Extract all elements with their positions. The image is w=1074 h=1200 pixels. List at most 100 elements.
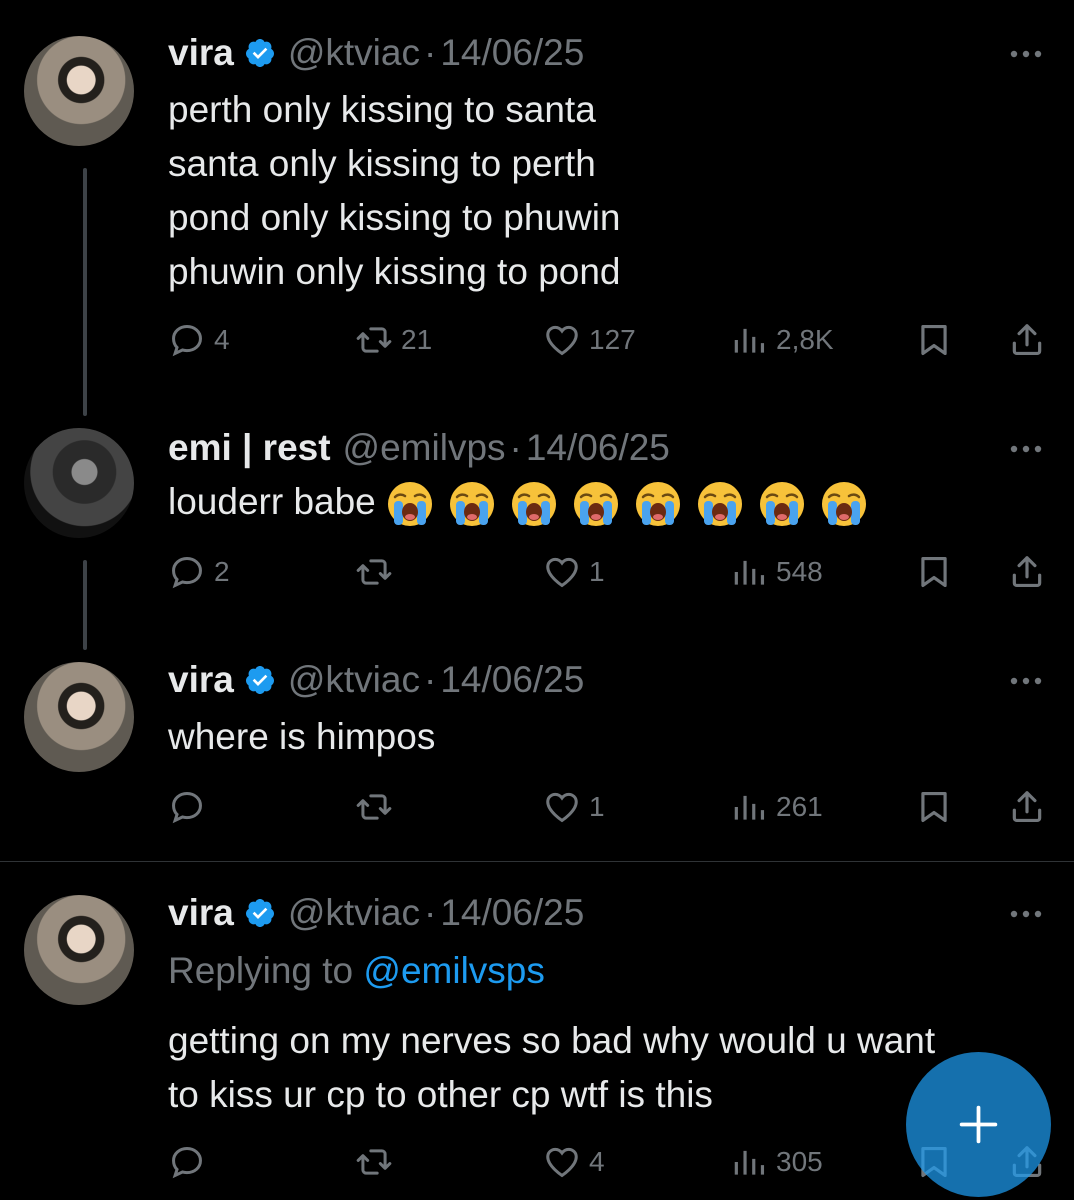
tweet-text: perth only kissing to santa santa only k… [168,83,621,299]
views-button[interactable]: 548 [730,553,823,591]
views-count: 261 [776,791,823,822]
repost-button[interactable] [355,553,393,591]
tweet-text: where is himpos [168,710,435,764]
reply-button[interactable] [168,1143,206,1181]
display-name[interactable]: vira [168,659,234,701]
share-button[interactable] [1008,788,1046,826]
share-button[interactable] [1008,553,1046,591]
bookmark-button[interactable] [915,553,953,591]
views-button[interactable]: 2,8K [730,321,834,359]
loudly-crying-face-icon [821,482,866,527]
timestamp[interactable]: 14/06/25 [440,892,584,934]
views-icon [734,560,765,585]
timestamp[interactable]: 14/06/25 [440,32,584,74]
reply-button[interactable] [168,788,206,826]
handle[interactable]: @emilvps [343,427,506,469]
views-count: 2,8K [776,324,834,355]
loudly-crying-face-icon [387,482,432,527]
replying-to: Replying to @emilvsps [168,950,545,992]
reply-button[interactable]: 4 [168,321,230,359]
more-options-icon[interactable] [1006,44,1046,64]
tweet-header: vira @ktviac · 14/06/25 [168,28,584,78]
like-button[interactable]: 127 [543,321,636,359]
repost-icon [356,1149,392,1175]
timestamp[interactable]: 14/06/25 [440,659,584,701]
more-options-icon[interactable] [1006,671,1046,691]
views-icon [734,795,765,820]
display-name[interactable]: emi | rest [168,427,331,469]
verified-badge-icon [245,39,274,67]
reply-icon [172,325,202,357]
views-button[interactable]: 305 [730,1143,823,1181]
loudly-crying-face-icon [759,482,804,527]
avatar[interactable] [24,428,134,538]
heart-icon [546,792,578,823]
more-options-icon[interactable] [1006,904,1046,924]
reply-count: 4 [214,324,230,355]
bookmark-button[interactable] [915,788,953,826]
tweet-1[interactable]: vira @ktviac · 14/06/25 perth only kissi… [0,0,1074,416]
repost-button[interactable] [355,1143,393,1181]
views-count: 548 [776,556,823,587]
more-options-icon[interactable] [1006,439,1046,459]
emoji-row [386,480,868,528]
display-name[interactable]: vira [168,32,234,74]
share-icon [1012,791,1042,823]
repost-button[interactable] [355,788,393,826]
repost-icon [356,794,392,820]
reply-button[interactable]: 2 [168,553,230,591]
like-button[interactable]: 4 [543,1143,605,1181]
tweet-line: phuwin only kissing to pond [168,251,621,292]
like-count: 127 [589,324,636,355]
tweet-line: perth only kissing to santa [168,89,596,130]
bookmark-icon [921,324,947,356]
reply-icon [172,792,202,824]
tweet-line: louderr babe [168,475,868,529]
repost-button[interactable]: 21 [355,321,432,359]
thread-line [83,168,87,416]
loudly-crying-face-icon [573,482,618,527]
separator-dot: · [509,427,522,468]
tweet-line: santa only kissing to perth [168,143,596,184]
compose-fab-button[interactable] [906,1052,1051,1197]
heart-icon [546,557,578,588]
like-button[interactable]: 1 [543,788,605,826]
handle[interactable]: @ktviac [288,659,420,701]
loudly-crying-face-icon [511,482,556,527]
reply-icon [172,557,202,589]
repost-icon [356,559,392,585]
verified-badge-icon [245,899,274,927]
divider [0,861,1074,862]
tweet-text: getting on my nerves so bad why would u … [168,1014,935,1122]
loudly-crying-face-icon [635,482,680,527]
bookmark-icon [921,791,947,823]
tweet-text: louderr babe [168,475,868,529]
tweet-3[interactable]: vira @ktviac · 14/06/25 where is himpos … [0,650,1074,860]
bookmark-button[interactable] [915,321,953,359]
tweet-2[interactable]: emi | rest @emilvps · 14/06/25 louderr b… [0,415,1074,650]
tweet-line: to kiss ur cp to other cp wtf is this [168,1074,713,1115]
like-button[interactable]: 1 [543,553,605,591]
share-button[interactable] [1008,321,1046,359]
display-name[interactable]: vira [168,892,234,934]
action-bar: 2 1 548 [0,548,1074,598]
like-count: 1 [589,791,605,822]
action-bar: 1 261 [0,783,1074,833]
share-icon [1012,324,1042,356]
reply-mention-link[interactable]: @emilvsps [363,950,544,991]
timestamp[interactable]: 14/06/25 [526,427,670,469]
like-count: 4 [589,1146,605,1177]
tweet-line-text: louderr babe [168,481,376,522]
tweet-header: emi | rest @emilvps · 14/06/25 [168,423,670,473]
handle[interactable]: @ktviac [288,892,420,934]
avatar[interactable] [24,895,134,1005]
avatar[interactable] [24,36,134,146]
separator-dot: · [423,659,437,700]
share-icon [1012,556,1042,588]
bookmark-icon [921,556,947,588]
views-button[interactable]: 261 [730,788,823,826]
avatar[interactable] [24,662,134,772]
views-icon [734,328,765,353]
handle[interactable]: @ktviac [288,32,420,74]
separator-dot: · [423,892,437,933]
